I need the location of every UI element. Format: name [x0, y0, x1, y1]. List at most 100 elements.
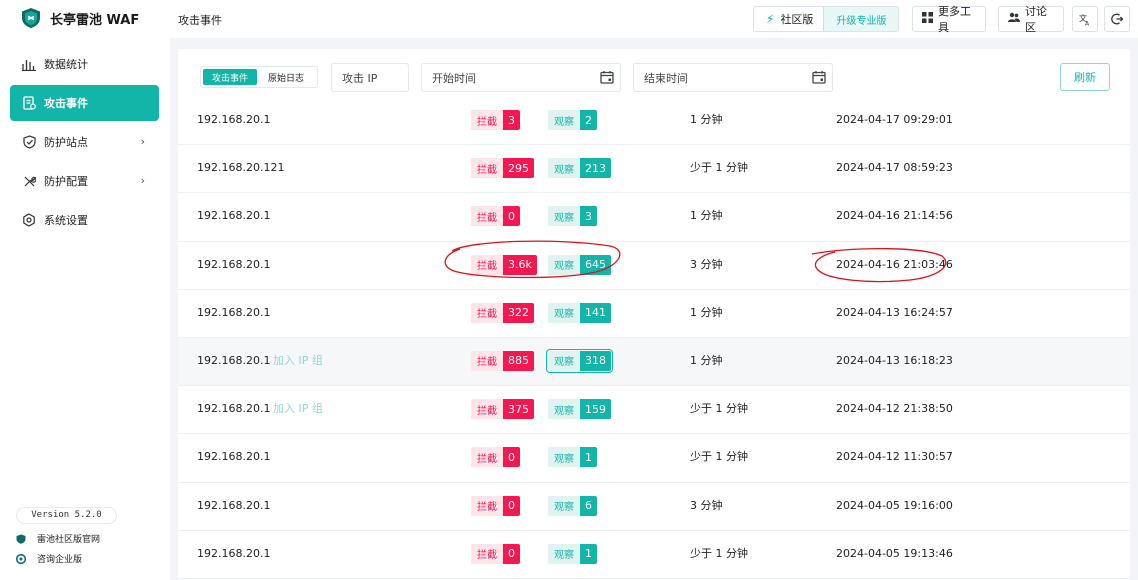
watch-label: 观察	[548, 158, 580, 179]
attack-duration: 少于 1 分钟	[690, 402, 748, 416]
community-site-link[interactable]: 雷池社区版官网	[16, 532, 100, 545]
add-to-ip-group-link[interactable]: 加入 IP 组	[273, 386, 323, 432]
watch-label: 观察	[548, 350, 580, 371]
block-count-badge: 拦截 375	[471, 399, 534, 420]
watch-count-badge[interactable]: 观察 318	[546, 348, 613, 373]
table-row[interactable]: 192.168.20.121 拦截 295 观察 213 少于 1 分钟 2024-…	[178, 145, 1130, 194]
watch-count-badge[interactable]: 观察 141	[548, 302, 611, 323]
sidebar-item-label: 攻击事件	[44, 97, 88, 110]
watch-count-badge[interactable]: 观察 3	[548, 206, 597, 227]
table-row[interactable]: 192.168.20.1 拦截 3 观察 2 1 分钟 2024-04-17 09:…	[178, 97, 1130, 146]
attack-duration: 1 分钟	[690, 353, 723, 367]
top-bar: 长亭雷池 WAF 攻击事件 ⚡ 社区版 升级专业版 更多工具 讨论区 文A	[0, 0, 1138, 38]
watch-count-badge[interactable]: 观察 6	[548, 495, 597, 516]
end-time-placeholder: 结束时间	[644, 71, 688, 85]
safeline-logo-icon	[22, 8, 40, 28]
chevron-right-icon: ›	[140, 135, 145, 148]
block-count: 3	[503, 110, 520, 130]
community-site-label: 雷池社区版官网	[37, 535, 101, 545]
sidebar-item-protected-sites[interactable]: 防护站点 ›	[10, 124, 159, 160]
table-row[interactable]: 192.168.20.1 加入 IP 组 拦截 375 观察 159 少于 1 分钟…	[178, 386, 1130, 435]
watch-label: 观察	[548, 254, 580, 275]
logout-button[interactable]	[1104, 6, 1130, 32]
watch-label: 观察	[548, 110, 580, 130]
event-time: 2024-04-12 11:30:57	[836, 450, 953, 464]
calendar-icon	[812, 71, 826, 84]
shield-logo-icon	[16, 534, 26, 544]
event-time: 2024-04-13 16:18:23	[836, 353, 953, 367]
forum-button[interactable]: 讨论区	[998, 5, 1064, 34]
block-count: 375	[503, 399, 534, 420]
watch-count-badge[interactable]: 观察 1	[548, 543, 597, 564]
watch-count: 1	[580, 447, 597, 468]
sidebar-item-label: 数据统计	[44, 58, 88, 71]
enterprise-consult-label: 咨询企业版	[37, 555, 83, 565]
block-count-badge: 拦截 295	[471, 158, 534, 179]
watch-count-badge[interactable]: 观察 213	[548, 158, 611, 179]
sidebar-item-attack-events[interactable]: 攻击事件	[10, 85, 159, 121]
table-row[interactable]: 192.168.20.1 拦截 0 观察 3 1 分钟 2024-04-16 21:…	[178, 193, 1130, 242]
calendar-icon	[600, 71, 614, 84]
language-button[interactable]: 文A	[1072, 6, 1098, 32]
brand[interactable]: 长亭雷池 WAF	[20, 7, 139, 29]
watch-label: 观察	[548, 206, 580, 227]
block-label: 拦截	[471, 350, 503, 371]
more-tools-button[interactable]: 更多工具	[912, 5, 986, 34]
block-label: 拦截	[471, 447, 503, 468]
table-row[interactable]: 192.168.20.1 拦截 322 观察 141 1 分钟 2024-04-13…	[178, 290, 1130, 338]
attacker-ip: 192.168.20.1	[197, 498, 271, 512]
community-edition-button[interactable]: ⚡ 社区版	[754, 7, 823, 31]
watch-count: 6	[580, 495, 597, 516]
attack-duration: 1 分钟	[690, 209, 723, 223]
watch-count: 159	[580, 399, 611, 420]
refresh-button[interactable]: 刷新	[1060, 63, 1110, 91]
block-count: 3.6k	[503, 254, 537, 275]
sidebar-item-protection-config[interactable]: 防护配置 ›	[10, 163, 159, 199]
attacker-ip: 192.168.20.121	[197, 161, 285, 175]
attack-duration: 3 分钟	[690, 257, 723, 271]
attack-ip-input[interactable]: 攻击 IP	[331, 63, 409, 92]
block-count-badge: 拦截 885	[471, 350, 534, 371]
block-count: 0	[503, 447, 520, 468]
end-time-input[interactable]: 结束时间	[633, 63, 833, 92]
table-row[interactable]: 192.168.20.1 加入 IP 组 拦截 885 观察 318 1 分钟 20…	[178, 337, 1130, 387]
watch-count-badge[interactable]: 观察 645	[548, 254, 611, 275]
watch-count-badge[interactable]: 观察 1	[548, 447, 597, 468]
tools-grid-icon	[922, 12, 933, 26]
block-label: 拦截	[471, 158, 503, 179]
tab-raw-logs[interactable]: 原始日志	[257, 69, 315, 85]
table-row[interactable]: 192.168.20.1 拦截 0 观察 1 少于 1 分钟 2024-04-05 …	[178, 531, 1130, 579]
watch-count: 318	[580, 350, 611, 371]
edition-switch: ⚡ 社区版 升级专业版	[753, 6, 900, 32]
sidebar-item-label: 防护站点	[44, 136, 88, 149]
start-time-input[interactable]: 开始时间	[421, 63, 621, 92]
block-count: 0	[503, 495, 520, 516]
svg-text:A: A	[1085, 20, 1090, 26]
table-row[interactable]: 192.168.20.1 拦截 0 观察 6 3 分钟 2024-04-05 19:…	[178, 483, 1130, 531]
tab-attack-events[interactable]: 攻击事件	[203, 69, 257, 85]
event-time: 2024-04-13 16:24:57	[836, 305, 953, 319]
sidebar-item-statistics[interactable]: 数据统计	[10, 46, 159, 82]
logout-icon	[1111, 13, 1123, 25]
version-badge: Version 5.2.0	[16, 507, 117, 524]
sidebar-item-system-settings[interactable]: 系统设置	[10, 202, 159, 238]
enterprise-consult-link[interactable]: 咨询企业版	[16, 552, 82, 565]
chevron-right-icon: ›	[140, 174, 145, 187]
watch-count-badge[interactable]: 观察 2	[548, 110, 597, 130]
watch-count: 141	[580, 302, 611, 323]
event-time: 2024-04-05 19:16:00	[836, 498, 953, 512]
attack-duration: 3 分钟	[690, 498, 723, 512]
attacker-ip: 192.168.20.1	[197, 305, 271, 319]
block-label: 拦截	[471, 254, 503, 275]
table-row[interactable]: 192.168.20.1 拦截 0 观察 1 少于 1 分钟 2024-04-12 …	[178, 434, 1130, 483]
watch-count-badge[interactable]: 观察 159	[548, 399, 611, 420]
table-row[interactable]: 192.168.20.1 拦截 3.6k 观察 645 3 分钟 2024-04-1…	[178, 242, 1130, 290]
add-to-ip-group-link[interactable]: 加入 IP 组	[273, 338, 323, 384]
block-count: 295	[503, 158, 534, 179]
watch-count: 1	[580, 543, 597, 564]
upgrade-pro-button[interactable]: 升级专业版	[823, 7, 899, 31]
block-label: 拦截	[471, 206, 503, 227]
bar-chart-icon	[22, 57, 36, 71]
block-count: 885	[503, 350, 534, 371]
block-label: 拦截	[471, 110, 503, 130]
